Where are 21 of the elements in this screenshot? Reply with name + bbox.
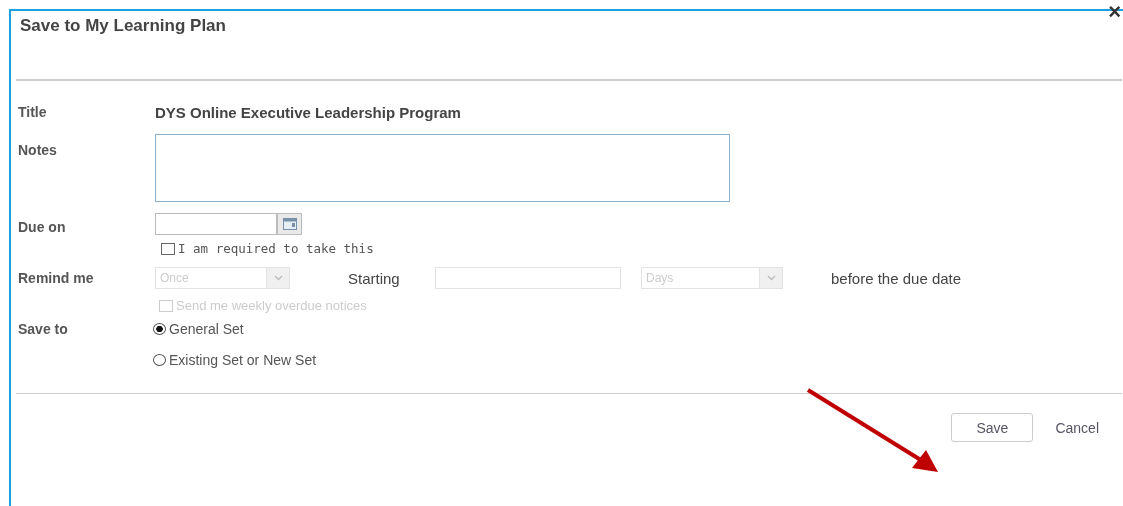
chevron-down-icon (766, 275, 776, 281)
calendar-button[interactable] (277, 213, 302, 235)
field-label: Title (18, 104, 48, 120)
field-label: Remind me (18, 270, 95, 286)
radio-label: General Set (169, 321, 244, 337)
calendar-icon (282, 218, 297, 230)
date-field[interactable] (155, 213, 277, 235)
checkbox[interactable] (161, 242, 175, 255)
dialog-title: Save to My Learning Plan (20, 16, 226, 37)
suffix-text: before the due date (831, 269, 962, 287)
notes-field[interactable] (155, 134, 730, 202)
field-label: Due on (18, 219, 67, 235)
checkbox-label: I am required to take this (178, 241, 374, 256)
course-title: DYS Online Executive Leadership Program (155, 104, 461, 121)
save-button[interactable]: Save (951, 413, 1034, 442)
chevron-down-icon (273, 275, 283, 281)
starting-label: Starting (348, 269, 401, 287)
radio-button[interactable] (153, 323, 166, 335)
radio-label: Existing Set or New Set (169, 352, 317, 368)
field-label: Notes (18, 142, 58, 158)
field-label: Save to (18, 321, 69, 337)
